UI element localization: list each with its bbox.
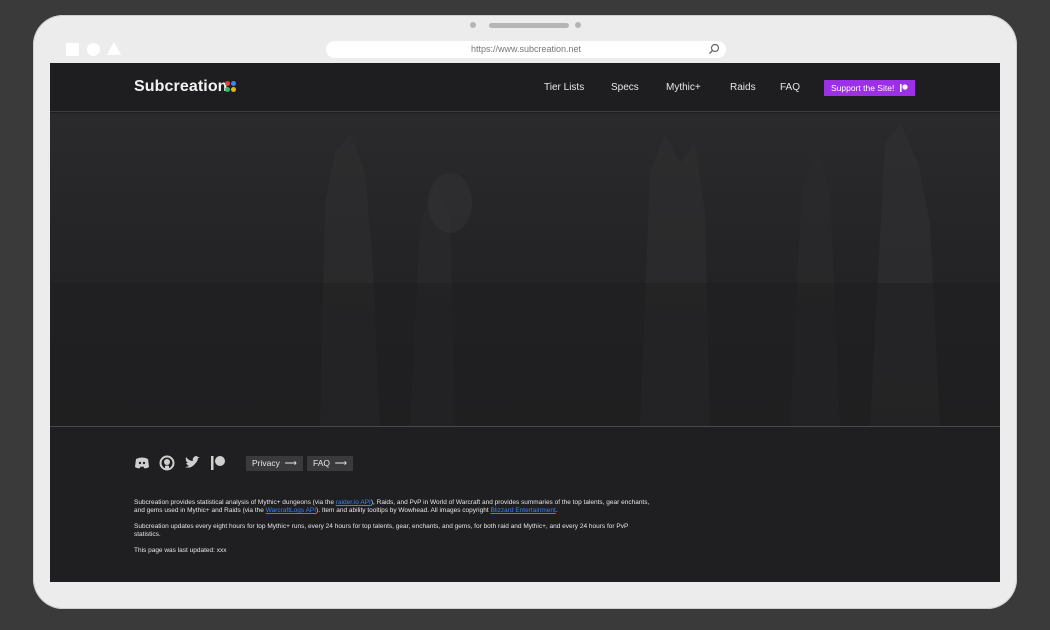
nav-tier-lists[interactable]: Tier Lists xyxy=(544,82,584,93)
logo-dot-yellow xyxy=(231,87,236,92)
site-logo[interactable]: Subcreation xyxy=(134,78,228,96)
nav-specs[interactable]: Specs xyxy=(611,82,639,93)
search-icon[interactable] xyxy=(708,43,720,55)
footer-description: Subcreation provides statistical analysi… xyxy=(134,499,654,515)
faq-button-label: FAQ xyxy=(313,458,331,468)
patreon-icon[interactable] xyxy=(210,455,226,471)
device-frame: https://www.subcreation.net Subcreation … xyxy=(33,15,1017,609)
twitter-icon[interactable] xyxy=(184,455,200,471)
footer-text-segment: . xyxy=(555,507,558,514)
circle-icon xyxy=(87,43,100,56)
url-bar[interactable]: https://www.subcreation.net xyxy=(326,41,726,58)
logo-dot-blue xyxy=(231,81,236,86)
blizzard-link[interactable]: Blizzard Entertainment xyxy=(490,507,555,514)
footer-text-segment: Subcreation provides statistical analysi… xyxy=(134,499,336,506)
footer: Privacy ⟶ FAQ ⟶ Subcreation provides sta… xyxy=(50,428,1000,582)
hero-banner xyxy=(50,113,1000,427)
nav-mythic-plus[interactable]: Mythic+ xyxy=(666,82,701,93)
raiderio-api-link[interactable]: raider.io API xyxy=(336,499,371,506)
logo-dot-green xyxy=(225,87,230,92)
privacy-button-label: Privacy xyxy=(252,458,280,468)
web-page: Subcreation Tier Lists Specs Mythic+ Rai… xyxy=(50,63,1000,582)
speaker-bar xyxy=(489,23,569,28)
browser-chrome: https://www.subcreation.net xyxy=(50,37,1000,63)
warcraftlogs-api-link[interactable]: WarcraftLogs API xyxy=(266,507,316,514)
footer-last-updated: This page was last updated: xxx xyxy=(134,547,227,554)
discord-icon[interactable] xyxy=(134,455,150,471)
square-icon xyxy=(66,43,79,56)
nav-faq[interactable]: FAQ xyxy=(780,82,800,93)
privacy-button[interactable]: Privacy ⟶ xyxy=(246,456,303,471)
logo-dot-red xyxy=(225,81,230,86)
support-button-label: Support the Site! xyxy=(831,83,895,93)
footer-text-segment: ). Item and ability tooltips by Wowhead.… xyxy=(316,507,491,514)
nav-raids[interactable]: Raids xyxy=(730,82,756,93)
triangle-icon xyxy=(107,42,121,55)
patreon-icon xyxy=(900,84,908,92)
navbar: Subcreation Tier Lists Specs Mythic+ Rai… xyxy=(50,63,1000,112)
arrow-right-icon: ⟶ xyxy=(282,458,297,468)
hero-background-image xyxy=(50,123,1000,426)
camera-dot-left xyxy=(470,22,476,28)
github-icon[interactable] xyxy=(159,455,175,471)
arrow-right-icon: ⟶ xyxy=(332,458,347,468)
logo-dots-icon xyxy=(225,81,237,93)
support-button[interactable]: Support the Site! xyxy=(824,80,915,96)
url-text: https://www.subcreation.net xyxy=(470,44,582,54)
footer-update-schedule: Subcreation updates every eight hours fo… xyxy=(134,523,629,538)
camera-dot-right xyxy=(575,22,581,28)
faq-button[interactable]: FAQ ⟶ xyxy=(307,456,353,471)
